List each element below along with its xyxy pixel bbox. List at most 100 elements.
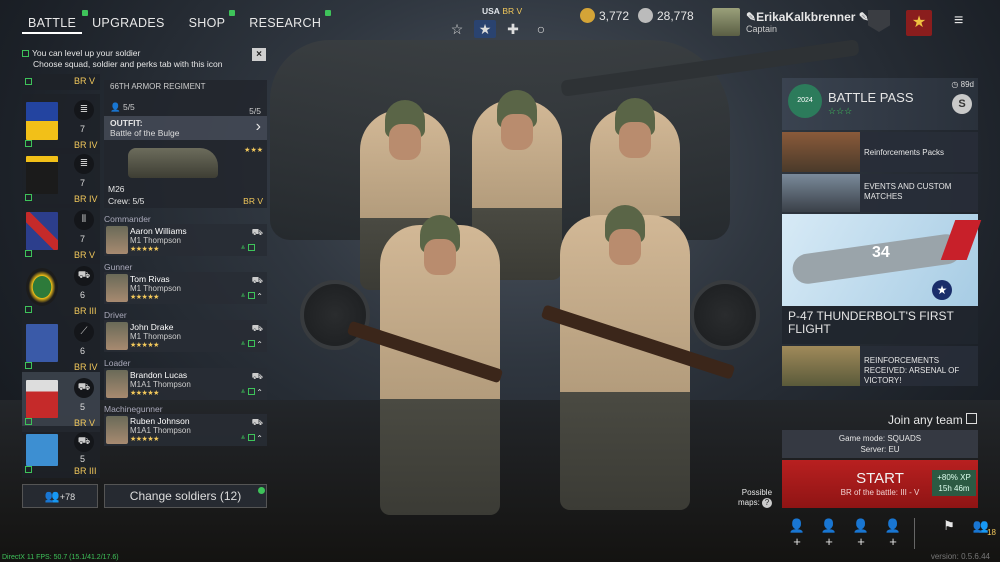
people-group-icon: 👥 xyxy=(44,489,60,503)
outfit-title: OUTFIT: xyxy=(110,118,143,128)
user-profile[interactable]: ✎ErikaKalkbrenner ✎ Captain xyxy=(712,8,869,36)
close-icon[interactable]: × xyxy=(252,48,266,61)
events-card[interactable]: EVENTS AND CUSTOM MATCHES xyxy=(782,174,978,212)
squad-card[interactable]: ⦀ 7 BR V xyxy=(22,204,100,264)
join-any-team-checkbox[interactable] xyxy=(966,413,977,424)
squad-card-selected[interactable]: ⛟ 5 BR V xyxy=(22,372,100,432)
squad-count: 7 xyxy=(80,178,86,188)
vehicle-br: BR V xyxy=(243,196,263,206)
medic-cross-icon[interactable]: ✚ xyxy=(502,20,524,38)
circle-icon[interactable]: ○ xyxy=(530,20,552,38)
squad-card[interactable]: ≣ 7 BR IV xyxy=(22,148,100,208)
rank-chevron-icon[interactable] xyxy=(868,10,890,32)
squad-br: BR IV xyxy=(74,362,98,372)
perk-marker xyxy=(248,340,255,347)
soldier-card[interactable]: Tom Rivas M1 Thompson ★★★★★ ⛟ ⩓ ⌃ xyxy=(104,272,267,304)
silver-balance[interactable]: 28,778 xyxy=(638,8,694,23)
soldier-card[interactable]: Ruben Johnson M1A1 Thompson ★★★★★ ⛟ ⩓ ⌃ xyxy=(104,414,267,446)
squad-count: 5 xyxy=(80,454,86,464)
main-tabs: BATTLE UPGRADES SHOP RESEARCH xyxy=(22,10,332,34)
add-player-icon[interactable]: 👤+ xyxy=(850,518,872,549)
soldier-card[interactable]: Brandon Lucas M1A1 Thompson ★★★★★ ⛟ ⩓ ⌃ xyxy=(104,368,267,400)
squad-emblem xyxy=(26,268,58,306)
tab-upgrades[interactable]: UPGRADES xyxy=(86,14,171,34)
hamburger-menu-icon[interactable]: ≡ xyxy=(954,12,963,30)
soldier-name: John Drake xyxy=(130,322,174,332)
tank-icon: ⛟ xyxy=(74,378,94,398)
tab-research[interactable]: RESEARCH xyxy=(243,10,332,34)
outfit-selector[interactable]: OUTFIT: Battle of the Bulge › xyxy=(104,116,267,140)
star-outline-icon[interactable]: ☆ xyxy=(446,20,468,38)
gold-balance[interactable]: 3,772 xyxy=(580,8,629,23)
change-soldiers-button[interactable]: Change soldiers (12) xyxy=(104,484,267,508)
arsenal-card[interactable]: REINFORCEMENTS RECEIVED: ARSENAL OF VICT… xyxy=(782,346,978,386)
p47-promo-image[interactable]: 34 ★ xyxy=(782,214,982,306)
soldier-card[interactable]: John Drake M1 Thompson ★★★★★ ⛟ ⩓ ⌃ xyxy=(104,320,267,352)
tank-crew-icon: ⛟ xyxy=(251,323,263,333)
hint-marker-icon xyxy=(22,50,29,58)
premium-star-icon[interactable]: ★ xyxy=(906,10,932,36)
vehicle-stars: ★★★ xyxy=(244,147,263,154)
chevron-up-icon[interactable]: ⌃ xyxy=(256,292,263,301)
tank-wheel xyxy=(300,280,370,350)
avatar xyxy=(712,8,740,36)
add-player-icon[interactable]: 👤+ xyxy=(882,518,904,549)
possible-maps[interactable]: Possible maps: ? xyxy=(738,488,773,508)
add-player-icon[interactable]: 👤+ xyxy=(786,518,808,549)
tank-crew-icon: ⛟ xyxy=(251,371,263,381)
reinforcement-packs-card[interactable]: Reinforcements Packs xyxy=(782,132,978,172)
version-label: version: 0.5.6.44 xyxy=(930,552,990,561)
card-label: Reinforcements Packs xyxy=(864,148,945,157)
level-up-marker-icon: ⩓ xyxy=(241,340,245,347)
squad-card[interactable]: ⟋ 6 BR IV xyxy=(22,316,100,376)
chevron-up-icon[interactable]: ⌃ xyxy=(256,434,263,443)
soldier-role: Loader xyxy=(104,358,131,368)
battle-pass-stars: ☆☆☆ xyxy=(828,106,853,116)
squad-card[interactable]: ⛟ 6 BR III xyxy=(22,260,100,320)
squad-emblem xyxy=(26,156,58,194)
soldier-card[interactable]: Aaron Williams M1 Thompson ★★★★★ ⛟ ⩓ xyxy=(104,224,267,256)
game-mode-info[interactable]: Game mode: SQUADS Server: EU xyxy=(782,430,978,458)
perk-marker xyxy=(248,244,255,251)
p47-promo-title[interactable]: P-47 THUNDERBOLT'S FIRST FLIGHT xyxy=(782,306,978,344)
tank-wheel xyxy=(690,280,760,350)
squad-br: BR V xyxy=(74,250,96,260)
soldier-weapon: M1A1 Thompson xyxy=(130,380,191,389)
silver-amount: 28,778 xyxy=(657,8,694,23)
squad-emblem xyxy=(26,434,58,466)
battle-pass-title: BATTLE PASS xyxy=(828,90,914,105)
gold-coin-icon xyxy=(580,8,595,23)
tank-image xyxy=(128,148,218,178)
battle-pass-card[interactable]: 2024 BATTLE PASS ☆☆☆ ◷ 89d S xyxy=(782,78,978,130)
squad-br: BR V xyxy=(74,76,96,86)
soldier-stars: ★★★★★ xyxy=(130,246,159,253)
join-any-team-label: Join any team xyxy=(888,413,963,427)
squad-card[interactable]: ⛟ 5 BR III xyxy=(22,426,100,478)
squad-marker xyxy=(25,306,32,313)
tab-shop[interactable]: SHOP xyxy=(183,10,236,34)
server: Server: EU xyxy=(860,445,900,454)
soldier-role: Gunner xyxy=(104,262,133,272)
tab-battle[interactable]: BATTLE xyxy=(22,10,89,34)
friends-icon[interactable]: 👥 18 xyxy=(970,518,996,549)
chevron-up-icon[interactable]: ⌃ xyxy=(256,388,263,397)
chevron-up-icon[interactable]: ⌃ xyxy=(256,340,263,349)
squad-card[interactable]: BR V xyxy=(22,74,100,90)
add-player-icon[interactable]: 👤+ xyxy=(818,518,840,549)
soldier-name: Ruben Johnson xyxy=(130,416,190,426)
squad-card[interactable]: ≣ 7 BR IV xyxy=(22,94,100,154)
vehicle-card[interactable]: ★★★ M26 Crew: 5/5 BR V xyxy=(104,140,267,208)
battle-pass-timer: ◷ 89d xyxy=(951,80,974,89)
start-button[interactable]: START BR of the battle: III - V +80% XP 1… xyxy=(782,460,978,508)
game-mode: Game mode: SQUADS xyxy=(838,434,922,443)
list-icon: ≣ xyxy=(74,154,94,174)
username: ✎ErikaKalkbrenner ✎ xyxy=(746,10,869,24)
soldier-stars: ★★★★★ xyxy=(130,390,159,397)
army-star-icon[interactable]: ★ xyxy=(474,20,496,38)
list-icon: ≣ xyxy=(74,100,94,120)
reserve-button[interactable]: 👥+78 xyxy=(22,484,98,508)
soldier-name: Brandon Lucas xyxy=(130,370,188,380)
squad-count: 6 xyxy=(80,290,86,300)
flag-icon[interactable]: ⚑ xyxy=(938,518,960,549)
vehicle-icon: ⛟ xyxy=(74,266,94,286)
